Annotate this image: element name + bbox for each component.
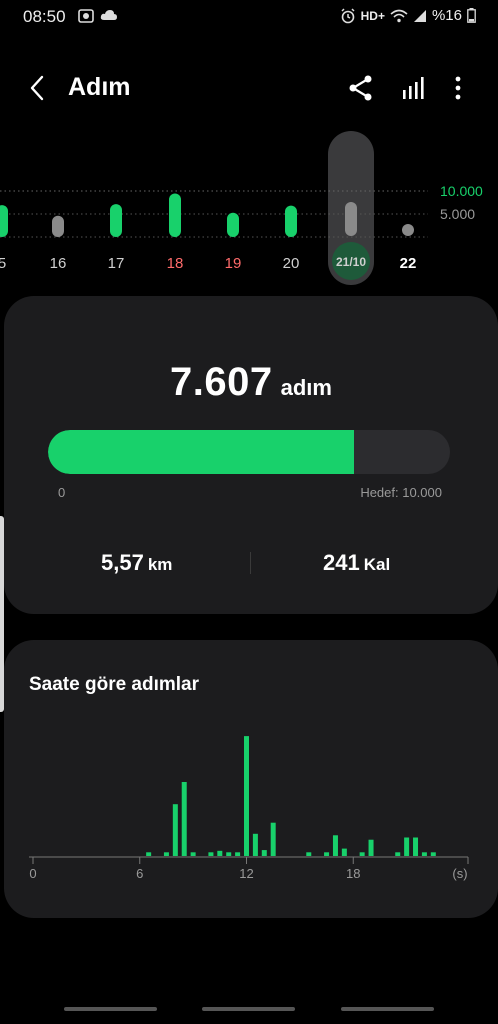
day-label-3: 18 [167, 255, 184, 272]
goal-progress-bar [48, 430, 450, 474]
hourly-bar-8 [235, 852, 241, 856]
mid-line-label: 5.000 [440, 206, 475, 222]
steps-value: 7.607 [170, 360, 273, 404]
more-vertical-icon[interactable] [448, 74, 468, 102]
distance-unit: km [147, 555, 173, 574]
goal-line-label: 10.000 [440, 183, 483, 199]
hourly-steps-card[interactable]: Saate göre adımlar 0 6 12 18 (s) [4, 640, 498, 918]
hourly-bar-14 [324, 852, 330, 856]
share-icon[interactable] [348, 74, 374, 102]
screenshot-icon [78, 9, 94, 23]
hourly-bar-2 [172, 804, 178, 856]
day-label-1: 16 [50, 255, 67, 272]
hourly-bar-19 [395, 852, 401, 856]
hourly-bar-3 [181, 782, 187, 856]
calories-value: 241 [323, 550, 360, 575]
day-label-5: 20 [283, 255, 300, 272]
bar-chart-icon[interactable] [401, 74, 427, 102]
hourly-bar-9 [244, 736, 249, 856]
hourly-bar-21 [413, 837, 419, 856]
day-bar-7[interactable] [402, 224, 414, 236]
day-label-6: 21/10 [336, 255, 366, 269]
cloud-icon [100, 10, 117, 20]
hourly-bar-6 [217, 850, 223, 856]
hourly-tick-label-3: 18 [346, 866, 360, 881]
steps-unit: adım [280, 375, 332, 400]
status-right: HD+ %16 [340, 7, 476, 24]
distance-value: 5,57 [101, 550, 144, 575]
hourly-bar-11 [261, 850, 267, 856]
day-bar-0[interactable] [0, 205, 8, 237]
hourly-bar-5 [208, 852, 214, 856]
progress-min-label: 0 [58, 485, 66, 500]
day-label-4: 19 [225, 255, 242, 272]
hourly-tick-label-2: 12 [239, 866, 253, 881]
nav-back-button[interactable] [341, 1007, 434, 1011]
alarm-icon [341, 7, 355, 23]
calories-stat: 241 Kal [323, 550, 390, 576]
status-time: 08:50 [23, 7, 66, 26]
hourly-bar-10 [252, 833, 258, 856]
summary-card[interactable]: 7.607 adım 0 Hedef: 10.000 5,57 km 241 Kal [4, 296, 498, 614]
hourly-steps-chart: 0 6 12 18 (s) [29, 736, 469, 881]
hourly-bar-13 [306, 852, 312, 856]
battery-percent: %16 [431, 7, 462, 24]
status-notification-icons [78, 8, 118, 24]
daily-steps-chart[interactable]: 10.000 5.000 5 16 17 18 19 20 21/10 22 [0, 128, 498, 288]
hourly-bar-23 [430, 852, 436, 856]
signal-icon [413, 9, 426, 22]
hourly-unit-label: (s) [452, 866, 467, 881]
hourly-bar-16 [341, 848, 347, 856]
app-bar: Adım [0, 60, 498, 116]
hourly-bar-20 [404, 837, 410, 856]
day-bar-5[interactable] [285, 205, 297, 237]
hourly-bar-15 [332, 835, 338, 856]
hourly-bar-0 [146, 852, 152, 856]
day-bar-6[interactable] [345, 202, 357, 236]
battery-icon [467, 8, 476, 23]
hourly-bar-7 [226, 852, 232, 856]
steps-total: 7.607 adım [4, 360, 498, 405]
goal-progress-fill [48, 430, 354, 474]
day-label-2: 17 [108, 255, 125, 272]
day-bar-3[interactable] [169, 193, 181, 237]
calories-unit: Kal [363, 555, 391, 574]
hourly-bar-1 [163, 852, 169, 856]
navigation-bar [0, 994, 498, 1024]
back-icon[interactable] [24, 74, 52, 102]
hourly-tick-label-1: 6 [136, 866, 143, 881]
day-label-0: 5 [0, 255, 6, 272]
status-bar: 08:50 HD+ %16 [0, 0, 498, 32]
nav-home-button[interactable] [202, 1007, 295, 1011]
page-title: Adım [68, 73, 131, 101]
hourly-bar-12 [270, 822, 276, 856]
day-bar-4[interactable] [227, 212, 239, 237]
hourly-bar-4 [190, 852, 196, 856]
hourly-bar-18 [368, 839, 374, 856]
day-bar-1[interactable] [52, 215, 64, 237]
progress-goal-label: Hedef: 10.000 [360, 485, 442, 500]
hourly-bar-22 [421, 852, 427, 856]
day-label-7: 22 [400, 255, 417, 272]
nav-recents-button[interactable] [64, 1007, 157, 1011]
day-bar-2[interactable] [110, 204, 122, 237]
network-type: HD+ [360, 8, 385, 23]
distance-stat: 5,57 km [101, 550, 172, 576]
wifi-icon [390, 9, 408, 22]
hourly-tick-label-0: 0 [29, 866, 36, 881]
stat-divider [250, 552, 251, 574]
hourly-bar-17 [359, 852, 365, 856]
